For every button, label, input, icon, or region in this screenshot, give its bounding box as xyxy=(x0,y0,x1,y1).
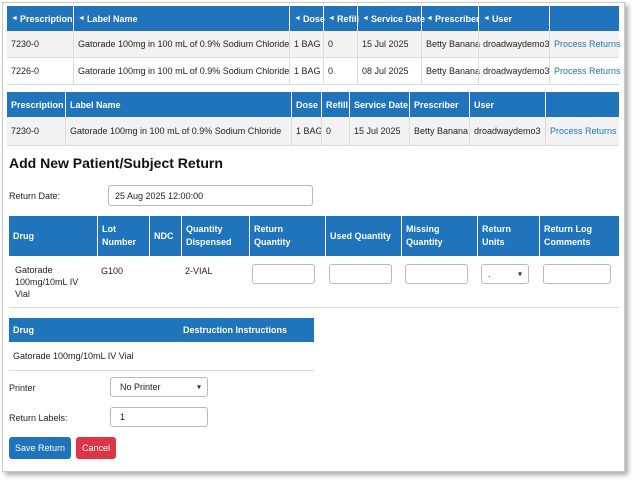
cell-prescription: 7226-0 xyxy=(11,66,40,76)
col-actions xyxy=(549,6,619,31)
col-destruction-instructions: Destruction Instructions xyxy=(183,325,288,335)
col-prescriber: Prescriber xyxy=(409,92,469,117)
return-date-label: Return Date: xyxy=(9,191,61,201)
sort-arrow-icon: ◄ xyxy=(483,15,490,22)
table-row: 7226-0 Gatorade 100mg in 100 mL of 0.9% … xyxy=(7,58,621,85)
table2-header: Prescription Label Name Dose Refill Serv… xyxy=(7,92,619,117)
cell-dose: 1 BAG xyxy=(289,31,323,57)
col-return-units: Return Units xyxy=(477,216,539,256)
cancel-button[interactable]: Cancel xyxy=(76,437,116,459)
lot-number: G100 xyxy=(101,266,124,276)
col-return-log-comments: Return Log Comments xyxy=(539,216,619,256)
cell-user: droadwaydemo3 xyxy=(478,58,550,84)
chevron-down-icon: ▾ xyxy=(196,382,201,392)
table-row: 7230-0 Gatorade 100mg in 100 mL of 0.9% … xyxy=(7,117,619,146)
cell-label-name: Gatorade 100mg in 100 mL of 0.9% Sodium … xyxy=(73,58,289,84)
col-ndc: NDC xyxy=(149,216,181,256)
col-service-date[interactable]: ◄ Service Date xyxy=(357,6,425,31)
cell-prescriber: Betty Banana xyxy=(409,117,469,145)
quantity-dispensed: 2-VIAL xyxy=(185,266,213,276)
return-date-input[interactable]: 25 Aug 2025 12:00:00 xyxy=(108,185,313,206)
process-returns-link[interactable]: Process Returns xyxy=(549,31,621,57)
col-quantity-dispensed: Quantity Dispensed xyxy=(181,216,249,256)
process-returns-link[interactable]: Process Returns xyxy=(549,58,621,84)
col-drug: Drug xyxy=(13,325,34,335)
destruction-header: Drug Destruction Instructions xyxy=(9,318,314,342)
col-prescription[interactable]: ◄ Prescription xyxy=(7,6,73,31)
table1-body: 7230-0 Gatorade 100mg in 100 mL of 0.9% … xyxy=(7,31,621,85)
drug-name: Gatorade 100mg/10mL IV Vial xyxy=(15,265,79,299)
col-actions xyxy=(545,92,619,117)
table2-body: 7230-0 Gatorade 100mg in 100 mL of 0.9% … xyxy=(7,117,619,146)
cell-dose: 1 BAG xyxy=(291,117,323,145)
return-log-comments-input[interactable] xyxy=(543,264,611,284)
destruction-drug: Gatorade 100mg/10mL IV Vial xyxy=(13,351,134,361)
col-used-quantity: Used Quantity xyxy=(325,216,401,256)
cell-refill: 0 xyxy=(323,31,357,57)
printer-select[interactable]: No Printer ▾ xyxy=(110,377,208,397)
col-prescription: Prescription xyxy=(11,99,64,110)
return-labels-input[interactable]: 1 xyxy=(110,407,208,427)
cell-prescriber: Betty Banana xyxy=(421,31,480,57)
sort-arrow-icon: ◄ xyxy=(11,15,18,22)
cell-user: droadwaydemo3 xyxy=(478,31,550,57)
used-quantity-input[interactable] xyxy=(329,264,392,284)
cell-prescription: 7230-0 xyxy=(11,39,40,49)
cell-refill: 0 xyxy=(323,58,357,84)
col-missing-quantity: Missing Quantity xyxy=(401,216,477,256)
missing-quantity-input[interactable] xyxy=(405,264,468,284)
col-user[interactable]: ◄ User xyxy=(478,6,549,31)
table-row: 7230-0 Gatorade 100mg in 100 mL of 0.9% … xyxy=(7,31,621,58)
cell-prescriber: Betty Banana xyxy=(421,58,480,84)
sort-arrow-icon: ◄ xyxy=(328,15,335,22)
process-returns-link[interactable]: Process Returns xyxy=(545,117,619,145)
cell-prescription: 7230-0 xyxy=(11,126,40,136)
save-return-button[interactable]: Save Return xyxy=(9,437,71,459)
col-drug: Drug xyxy=(13,230,34,241)
cell-dose: 1 BAG xyxy=(289,58,323,84)
printer-label: Printer xyxy=(9,383,36,393)
col-dose[interactable]: ◄ Dose xyxy=(289,6,325,31)
drug-table-row: Gatorade 100mg/10mL IV Vial G100 2-VIAL … xyxy=(9,256,619,308)
return-quantity-input[interactable] xyxy=(252,264,315,284)
app-window: ◄ Prescription ◄ Label Name ◄ Dose ◄ Refill … xyxy=(2,2,625,472)
table1-header: ◄ Prescription ◄ Label Name ◄ Dose ◄ Refill … xyxy=(7,6,619,31)
sort-arrow-icon: ◄ xyxy=(362,15,369,22)
section-title: Add New Patient/Subject Return xyxy=(9,155,223,171)
return-units-select[interactable]: . ▾ xyxy=(481,264,529,284)
cell-user: droadwaydemo3 xyxy=(469,117,545,145)
cell-refill: 0 xyxy=(321,117,349,145)
drug-table-header: Drug Lot Number NDC Quantity Dispensed Ret… xyxy=(9,216,619,256)
cell-service-date: 08 Jul 2025 xyxy=(357,58,421,84)
sort-arrow-icon: ◄ xyxy=(294,15,301,22)
sort-arrow-icon: ◄ xyxy=(78,15,85,22)
col-refill[interactable]: ◄ Refill xyxy=(323,6,359,31)
col-return-quantity: Return Quantity xyxy=(249,216,325,256)
chevron-down-icon: ▾ xyxy=(517,269,522,279)
col-label-name[interactable]: ◄ Label Name xyxy=(73,6,289,31)
col-refill: Refill xyxy=(321,92,349,117)
col-dose: Dose xyxy=(291,92,321,117)
cell-service-date: 15 Jul 2025 xyxy=(357,31,421,57)
sort-arrow-icon: ◄ xyxy=(426,15,433,22)
col-user: User xyxy=(469,92,545,117)
cell-label-name: Gatorade 100mg in 100 mL of 0.9% Sodium … xyxy=(65,117,291,145)
return-labels-label: Return Labels: xyxy=(9,413,68,423)
col-lot-number: Lot Number xyxy=(97,216,149,256)
cell-label-name: Gatorade 100mg in 100 mL of 0.9% Sodium … xyxy=(73,31,289,57)
destruction-row: Gatorade 100mg/10mL IV Vial xyxy=(9,342,314,371)
cell-service-date: 15 Jul 2025 xyxy=(349,117,409,145)
col-service-date: Service Date xyxy=(349,92,409,117)
col-prescriber[interactable]: ◄ Prescriber xyxy=(421,6,479,31)
col-label-name: Label Name xyxy=(65,92,291,117)
